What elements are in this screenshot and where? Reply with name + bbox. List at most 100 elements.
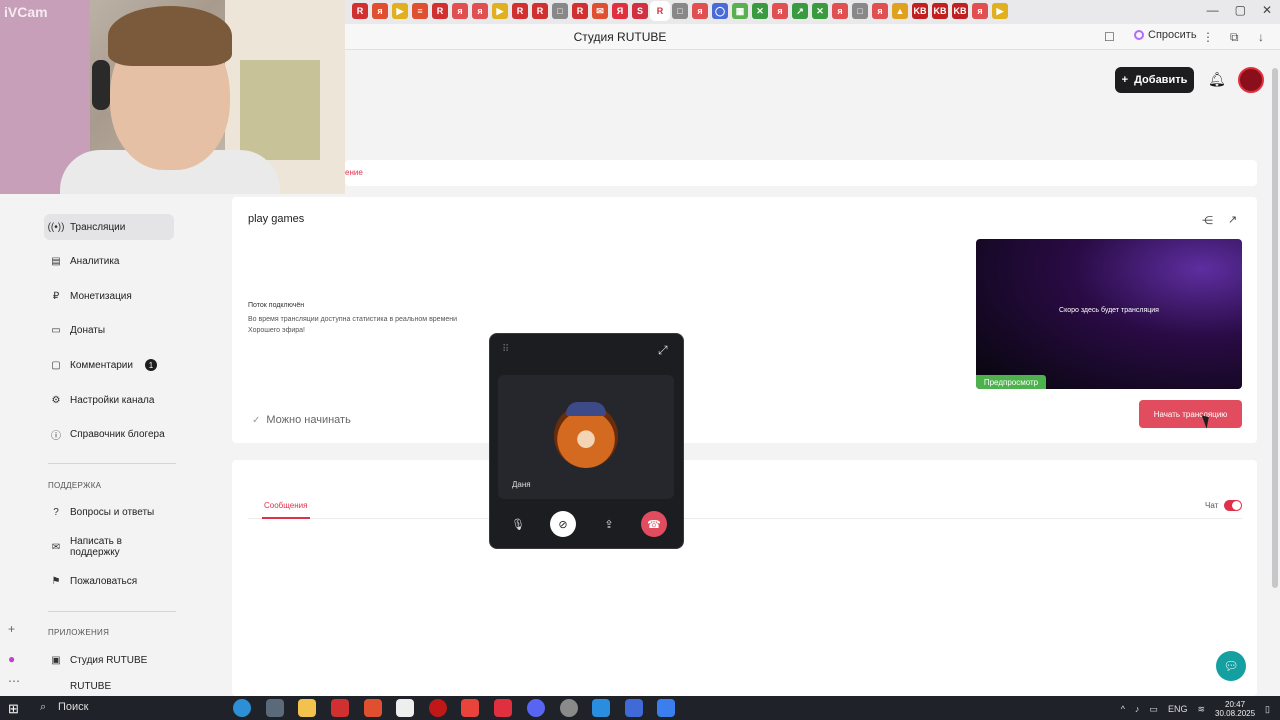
avatar[interactable] [1238, 67, 1264, 93]
browser-tab[interactable]: KB [952, 3, 968, 19]
taskbar-clock[interactable]: 20:47 30.08.2025 [1215, 700, 1255, 718]
bell-icon[interactable]: 🔔︎ [1208, 71, 1226, 88]
sidebar-item-comments[interactable]: ▢ Комментарии 1 [44, 352, 174, 378]
browser-tab[interactable]: ◯ [712, 3, 728, 19]
browser-tab[interactable]: S [632, 3, 648, 19]
browser-tab[interactable]: я [832, 3, 848, 19]
minimize-icon[interactable]: — [1207, 3, 1219, 17]
sidebar-item-analytics[interactable]: ▤ Аналитика [44, 248, 174, 274]
browser-tab[interactable]: я [872, 3, 888, 19]
sidebar-item-rutube-studio[interactable]: ▣ Студия RUTUBE [44, 647, 174, 673]
sidebar-item-report[interactable]: ⚑ Пожаловаться [44, 568, 174, 594]
browser-tab[interactable]: R [432, 3, 448, 19]
chevron-up-icon[interactable]: ^ [1121, 704, 1125, 714]
app-icon[interactable] [625, 699, 643, 717]
browser-tab[interactable]: я [472, 3, 488, 19]
network-icon[interactable]: ▭ [1149, 704, 1158, 715]
browser-tab[interactable]: я [692, 3, 708, 19]
bookmark-icon[interactable]: ☐ [1104, 30, 1115, 44]
folder-app-icon[interactable] [298, 699, 316, 717]
language-indicator[interactable]: ENG [1168, 704, 1188, 714]
share-icon[interactable]: ⋲ [1202, 214, 1213, 227]
file-app-icon[interactable] [396, 699, 414, 717]
browser-tab[interactable]: ≡ [412, 3, 428, 19]
chat-toggle[interactable] [1224, 500, 1242, 511]
close-icon[interactable]: ✕ [1262, 3, 1272, 17]
preview-placeholder-text: Скоро здесь будет трансляция [1059, 307, 1159, 314]
windows-start-icon[interactable]: ⊞ [8, 701, 19, 717]
app-icon[interactable] [560, 699, 578, 717]
browser-tab[interactable]: ▶ [392, 3, 408, 19]
app-icon[interactable] [364, 699, 382, 717]
drag-handle-icon[interactable]: ⠿ [502, 344, 509, 355]
add-icon[interactable]: + [8, 622, 15, 636]
discord-app-icon[interactable] [527, 699, 545, 717]
browser-tab[interactable]: ↗ [792, 3, 808, 19]
yandex-app-icon[interactable] [461, 699, 479, 717]
sidebar-item-blogger-guide[interactable]: ⓘ Справочник блогера [44, 421, 174, 447]
browser-tab[interactable]: KB [912, 3, 928, 19]
scrollbar-thumb[interactable] [1272, 68, 1278, 588]
tab-messages[interactable]: Сообщения [264, 501, 307, 510]
sidebar-item-donations[interactable]: ▭ Донаты [44, 317, 174, 343]
download-icon[interactable]: ↓ [1258, 30, 1264, 44]
start-broadcast-button[interactable]: Начать трансляцию [1139, 400, 1242, 428]
open-external-icon[interactable]: ↗ [1228, 213, 1237, 226]
browser-tab[interactable]: R [650, 1, 670, 21]
browser-tab[interactable]: ✕ [752, 3, 768, 19]
notifications-icon[interactable]: ▯ [1265, 704, 1270, 715]
browser-tab[interactable]: R [352, 3, 368, 19]
browser-tab[interactable]: Я [612, 3, 628, 19]
maximize-icon[interactable]: ▢ [1235, 3, 1246, 17]
tab-partial[interactable]: ение [345, 168, 363, 177]
browser-tab[interactable]: я [452, 3, 468, 19]
explorer-app-icon[interactable] [266, 699, 284, 717]
app-icon[interactable] [592, 699, 610, 717]
app-icon[interactable] [331, 699, 349, 717]
sidebar-item-monetization[interactable]: ₽ Монетизация [44, 283, 174, 309]
help-chat-button[interactable]: 💬︎ [1216, 651, 1246, 681]
record-app-icon[interactable] [429, 699, 447, 717]
browser-tab[interactable]: □ [852, 3, 868, 19]
alice-rail-icon[interactable]: ● [8, 652, 15, 666]
webcam-watermark: iVCam [4, 4, 48, 20]
camera-toggle-button[interactable]: ⊘ [550, 511, 576, 537]
browser-tab[interactable]: я [772, 3, 788, 19]
browser-tab[interactable]: □ [552, 3, 568, 19]
browser-tab[interactable]: ▦ [732, 3, 748, 19]
edge-app-icon[interactable] [233, 699, 251, 717]
browser-tab[interactable]: R [572, 3, 588, 19]
browser-tab[interactable]: ✉ [592, 3, 608, 19]
wifi-icon[interactable]: ≋ [1197, 704, 1205, 715]
browser-tab[interactable]: R [532, 3, 548, 19]
taskbar-search-label[interactable]: Поиск [58, 701, 88, 713]
browser-tab[interactable]: ▶ [492, 3, 508, 19]
volume-icon[interactable]: ♪ [1135, 704, 1140, 714]
sidebar-item-channel-settings[interactable]: ⚙ Настройки канала [44, 387, 174, 413]
sidebar-item-faq[interactable]: ? Вопросы и ответы [44, 499, 174, 525]
sidebar-item-write-support[interactable]: ✉ Написать в поддержку [44, 534, 174, 560]
browser-tab[interactable]: KB [932, 3, 948, 19]
browser-tab[interactable]: R [512, 3, 528, 19]
browser-tab[interactable]: □ [672, 3, 688, 19]
mail-icon: ✉ [51, 541, 61, 553]
app-icon[interactable] [494, 699, 512, 717]
browser-tab[interactable]: ▲ [892, 3, 908, 19]
mic-button[interactable]: 🎙︎ [505, 511, 531, 537]
browser-tab[interactable]: я [372, 3, 388, 19]
app-icon[interactable] [657, 699, 675, 717]
sidebar-item-broadcasts[interactable]: ((•)) Трансляции [44, 214, 174, 240]
ask-button[interactable]: Спросить [1134, 29, 1197, 41]
browser-tab[interactable]: я [972, 3, 988, 19]
collections-icon[interactable]: ⧉ [1230, 30, 1239, 45]
more-icon[interactable]: ⋮ [1202, 30, 1214, 44]
browser-tab[interactable]: ▶ [992, 3, 1008, 19]
apps-icon[interactable]: ⋯ [8, 674, 20, 688]
browser-tab[interactable]: ✕ [812, 3, 828, 19]
add-button[interactable]: + Добавить [1115, 67, 1194, 93]
sidebar-item-rutube[interactable]: RUTUBE [44, 681, 174, 696]
search-icon[interactable]: ⌕ [40, 701, 46, 714]
expand-icon[interactable]: ⤢ [658, 343, 668, 358]
screen-share-button[interactable]: ⇪ [596, 511, 622, 537]
hang-up-button[interactable]: ☎ [641, 511, 667, 537]
